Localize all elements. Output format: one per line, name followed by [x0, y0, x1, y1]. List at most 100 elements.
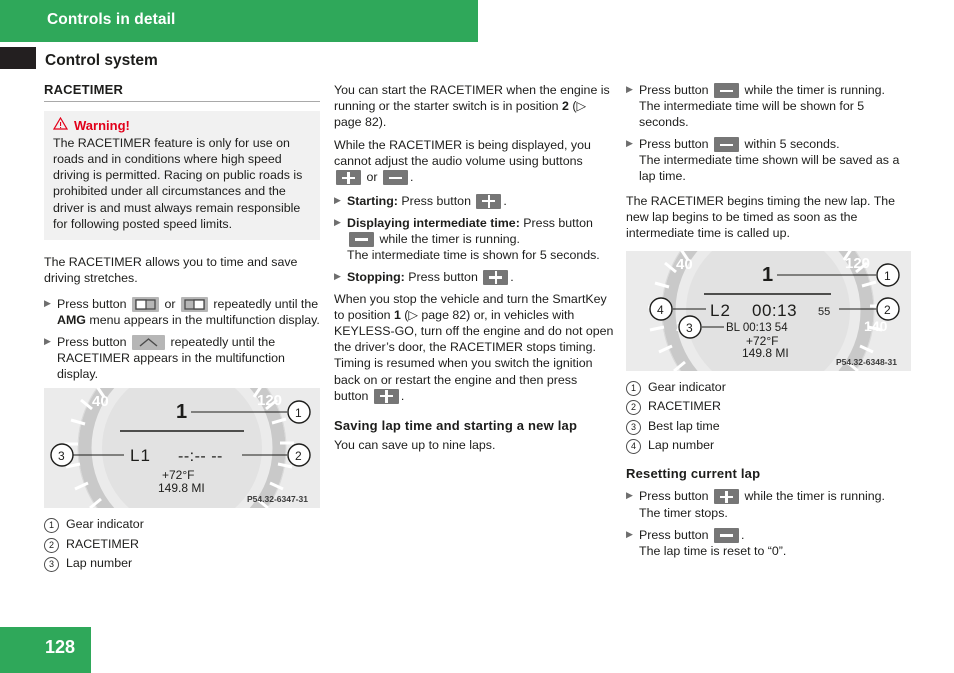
subhead-rule	[44, 101, 320, 103]
step-open-amg-menu: ▶ Press button or repeatedly until the A…	[44, 296, 320, 328]
plus-button-icon[interactable]	[714, 489, 740, 505]
step-text: Starting: Press button .	[347, 193, 507, 209]
plus-button-icon[interactable]	[373, 388, 399, 404]
figure-legend-lap1: 1 Gear indicator 2 RACETIMER 3 Lap numbe…	[44, 516, 320, 573]
legend-label: RACETIMER	[66, 536, 139, 551]
step-bullet-arrow-icon: ▶	[334, 270, 341, 281]
step-text: Press button while the timer is running.…	[639, 82, 911, 130]
svg-text:--:-- --: --:-- --	[178, 448, 223, 465]
legend-label: Best lap time	[648, 418, 720, 433]
step-text: Displaying intermediate time: Press butt…	[347, 215, 614, 263]
step-bullet-arrow-icon: ▶	[626, 528, 633, 539]
column-right: ▶ Press button while the timer is runnin…	[626, 82, 911, 565]
starting-label: Starting:	[347, 193, 398, 208]
step-text: Stopping: Press button .	[347, 269, 514, 285]
step-reset-press-minus: ▶ Press button . The lap time is reset t…	[626, 527, 911, 559]
period: .	[409, 170, 414, 185]
step-reset-press-plus: ▶ Press button while the timer is runnin…	[626, 488, 911, 520]
step-bullet-arrow-icon: ▶	[626, 138, 633, 149]
period: .	[400, 388, 405, 403]
step-press-minus-running: ▶ Press button while the timer is runnin…	[626, 82, 911, 130]
or-text: or	[164, 296, 176, 311]
press-button-text: Press button	[523, 215, 593, 230]
step-text: Press button while the timer is running.…	[639, 488, 911, 520]
legend-number: 2	[44, 536, 66, 553]
press-button-text: Press button	[639, 83, 709, 97]
paragraph-new-lap-timing: The RACETIMER begins timing the new lap.…	[626, 193, 896, 240]
legend-item: 1 Gear indicator	[626, 379, 911, 396]
display-scroll-right-button-icon[interactable]	[180, 296, 208, 312]
minus-button-icon[interactable]	[714, 83, 740, 98]
press-button-text: Press button	[639, 527, 709, 542]
svg-text:149.8 MI: 149.8 MI	[742, 346, 789, 360]
paragraph-text: You can start the RACETIMER when the eng…	[334, 83, 610, 114]
press-button-text: Press button	[57, 335, 127, 350]
svg-text:140: 140	[864, 318, 888, 334]
up-arrow-button-icon[interactable]	[132, 335, 166, 351]
step-sub-text: The intermediate time is shown for 5 sec…	[347, 247, 600, 262]
plus-button-icon[interactable]	[336, 170, 361, 186]
step-press-minus-within-5s: ▶ Press button within 5 seconds. The int…	[626, 136, 911, 184]
legend-item: 3 Best lap time	[626, 418, 911, 435]
section-title: Control system	[45, 52, 158, 69]
legend-label: Lap number	[66, 556, 133, 571]
step-sub-text: The intermediate time shown will be save…	[639, 153, 900, 184]
plus-button-icon[interactable]	[476, 193, 502, 209]
stopping-label: Stopping:	[347, 269, 405, 284]
plus-button-icon[interactable]	[483, 269, 509, 285]
press-button-text: Press button	[401, 193, 471, 208]
step-displaying-intermediate-time: ▶ Displaying intermediate time: Press bu…	[334, 215, 614, 263]
press-button-text: Press button	[57, 296, 127, 311]
paragraph-volume-note: While the RACETIMER is being displayed, …	[334, 137, 614, 186]
legend-item: 1 Gear indicator	[44, 516, 320, 534]
svg-text:P54.32-6348-31: P54.32-6348-31	[836, 357, 897, 367]
step-text: Press button . The lap time is reset to …	[639, 527, 911, 559]
legend-item: 3 Lap number	[44, 555, 320, 573]
legend-number: 1	[626, 379, 648, 396]
instrument-cluster-figure-lap1: 40 120 1 1 L1 --:-- -- 3 2 +72°F 149.8 M…	[44, 388, 320, 509]
step-text: Press button or repeatedly until the AMG…	[57, 296, 320, 328]
step-tail-text: while the timer is running.	[744, 489, 885, 504]
step-sub-text: The intermediate time will be shown for …	[639, 99, 865, 130]
svg-text:1: 1	[884, 269, 891, 283]
step-tail-text: within 5 seconds.	[744, 137, 840, 152]
position-1-keyword: 1	[393, 308, 401, 323]
svg-text:40: 40	[676, 256, 693, 273]
period: .	[741, 527, 745, 542]
step-starting: ▶ Starting: Press button .	[334, 193, 614, 209]
intermediate-label: Displaying intermediate time:	[347, 215, 520, 230]
legend-number: 3	[44, 555, 66, 573]
step-bullet-arrow-icon: ▶	[626, 84, 633, 94]
instrument-cluster-figure-lap2: 40 120 20 140 1 1 L2 00:13 55 4 2 BL 00:…	[626, 250, 911, 371]
step-tail-text-2: menu appears in the multifunction displa…	[89, 313, 320, 328]
step-bullet-arrow-icon: ▶	[44, 297, 51, 308]
racetimer-intro: The RACETIMER allows you to time and sav…	[44, 254, 298, 285]
legend-label: Gear indicator	[648, 379, 726, 394]
resetting-lap-subhead: Resetting current lap	[626, 466, 761, 482]
svg-text:BL 00:13 54: BL 00:13 54	[726, 322, 788, 334]
paragraph-text: While the RACETIMER is being displayed, …	[334, 138, 591, 169]
minus-button-icon[interactable]	[382, 170, 408, 186]
svg-text:+72°F: +72°F	[162, 468, 194, 482]
position-2-keyword: 2	[561, 99, 569, 114]
legend-label: Lap number	[648, 438, 715, 453]
section-marker-tab	[0, 47, 36, 69]
racetimer-subhead: RACETIMER	[44, 82, 124, 97]
step-tail-text: repeatedly until the	[213, 296, 319, 311]
svg-text:P54.32-6347-31: P54.32-6347-31	[247, 494, 308, 504]
page-reference: (▷ page 82)	[404, 308, 471, 323]
minus-button-icon[interactable]	[714, 137, 740, 153]
minus-button-icon[interactable]	[349, 231, 374, 247]
svg-text:1: 1	[295, 406, 302, 420]
step-text: Press button repeatedly until the RACETI…	[57, 334, 320, 382]
legend-item: 2 RACETIMER	[44, 536, 320, 553]
svg-text:3: 3	[686, 321, 693, 335]
minus-button-icon[interactable]	[714, 527, 740, 543]
display-scroll-left-button-icon[interactable]	[132, 296, 160, 312]
step-text: Press button within 5 seconds. The inter…	[639, 136, 911, 184]
legend-label: Gear indicator	[66, 517, 144, 532]
step-bullet-arrow-icon: ▶	[334, 216, 341, 227]
paragraph-nine-laps: You can save up to nine laps.	[334, 437, 496, 452]
svg-text:1: 1	[176, 401, 187, 423]
paragraph-smartkey-note: When you stop the vehicle and turn the S…	[334, 291, 614, 404]
